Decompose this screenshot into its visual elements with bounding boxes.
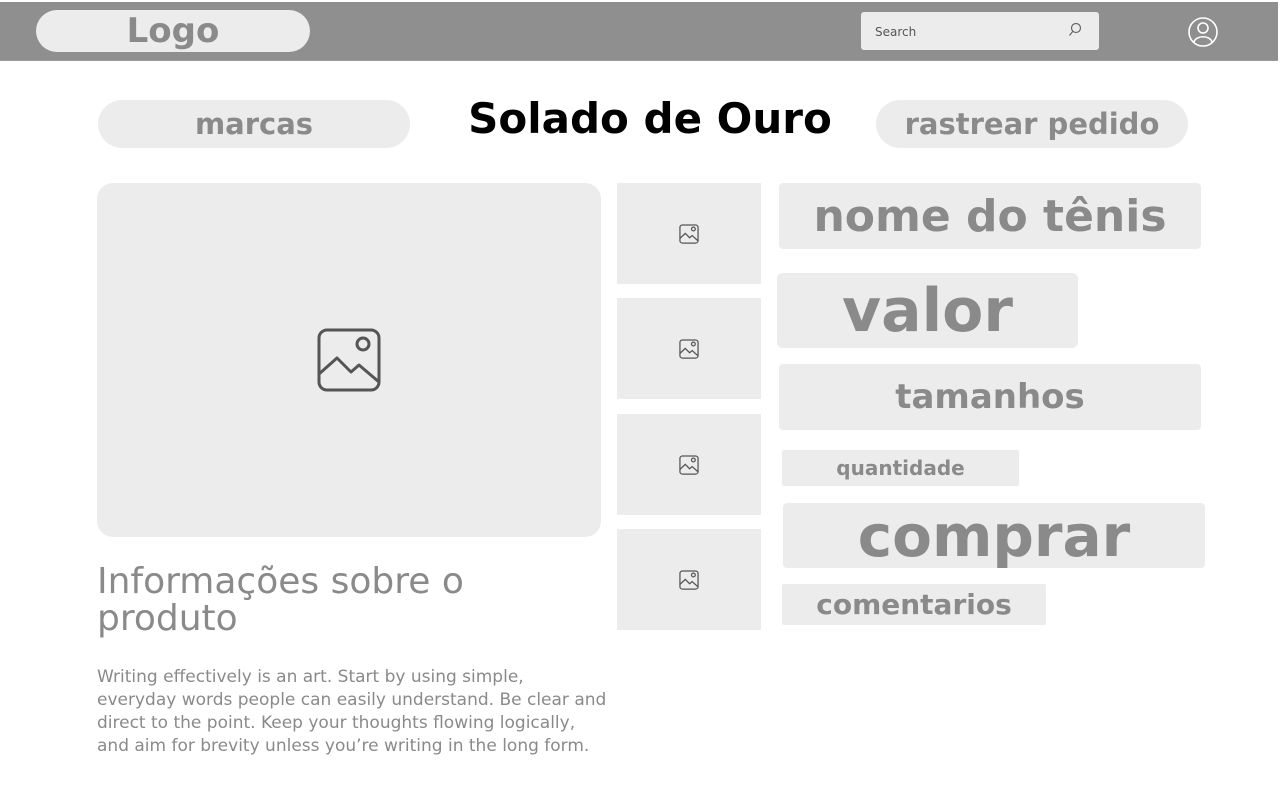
product-info-text: Writing effectively is an art. Start by … xyxy=(97,667,607,756)
sizes-label: tamanhos xyxy=(895,377,1085,417)
image-placeholder-icon xyxy=(317,328,381,392)
quantity-label: quantidade xyxy=(836,456,965,480)
buy-button[interactable]: comprar xyxy=(783,501,1205,570)
image-placeholder-icon xyxy=(679,454,699,475)
product-price-text: valor xyxy=(842,275,1013,346)
thumbnail-image[interactable] xyxy=(617,529,761,630)
reviews-button[interactable]: comentarios xyxy=(782,584,1046,625)
image-placeholder-icon xyxy=(679,223,699,244)
brands-label: marcas xyxy=(194,107,314,141)
logo[interactable]: Logo xyxy=(36,10,310,52)
sizes-selector[interactable]: tamanhos xyxy=(779,364,1201,430)
user-account-icon[interactable] xyxy=(1187,16,1219,52)
search-input[interactable] xyxy=(873,21,1057,43)
thumbnail-image[interactable] xyxy=(617,183,761,284)
track-order-label: rastrear pedido xyxy=(904,107,1160,141)
quantity-selector[interactable]: quantidade xyxy=(782,450,1019,486)
product-price: valor xyxy=(777,273,1078,348)
brands-button[interactable]: marcas xyxy=(98,100,410,148)
product-name-text: nome do tênis xyxy=(813,190,1167,242)
track-order-button[interactable]: rastrear pedido xyxy=(876,100,1188,148)
logo-text: Logo xyxy=(126,11,220,51)
buy-label: comprar xyxy=(857,501,1131,570)
reviews-label: comentarios xyxy=(816,588,1012,621)
image-placeholder-icon xyxy=(679,569,699,590)
image-placeholder-icon xyxy=(679,338,699,359)
product-info-title: Informações sobre o produto xyxy=(97,561,464,639)
thumbnail-image[interactable] xyxy=(617,414,761,515)
main-product-image[interactable] xyxy=(97,183,601,537)
search-box[interactable] xyxy=(861,12,1099,50)
thumbnail-image[interactable] xyxy=(617,298,761,399)
search-icon[interactable] xyxy=(1068,22,1082,42)
product-name: nome do tênis xyxy=(779,183,1201,249)
store-title: Solado de Ouro xyxy=(468,94,832,143)
